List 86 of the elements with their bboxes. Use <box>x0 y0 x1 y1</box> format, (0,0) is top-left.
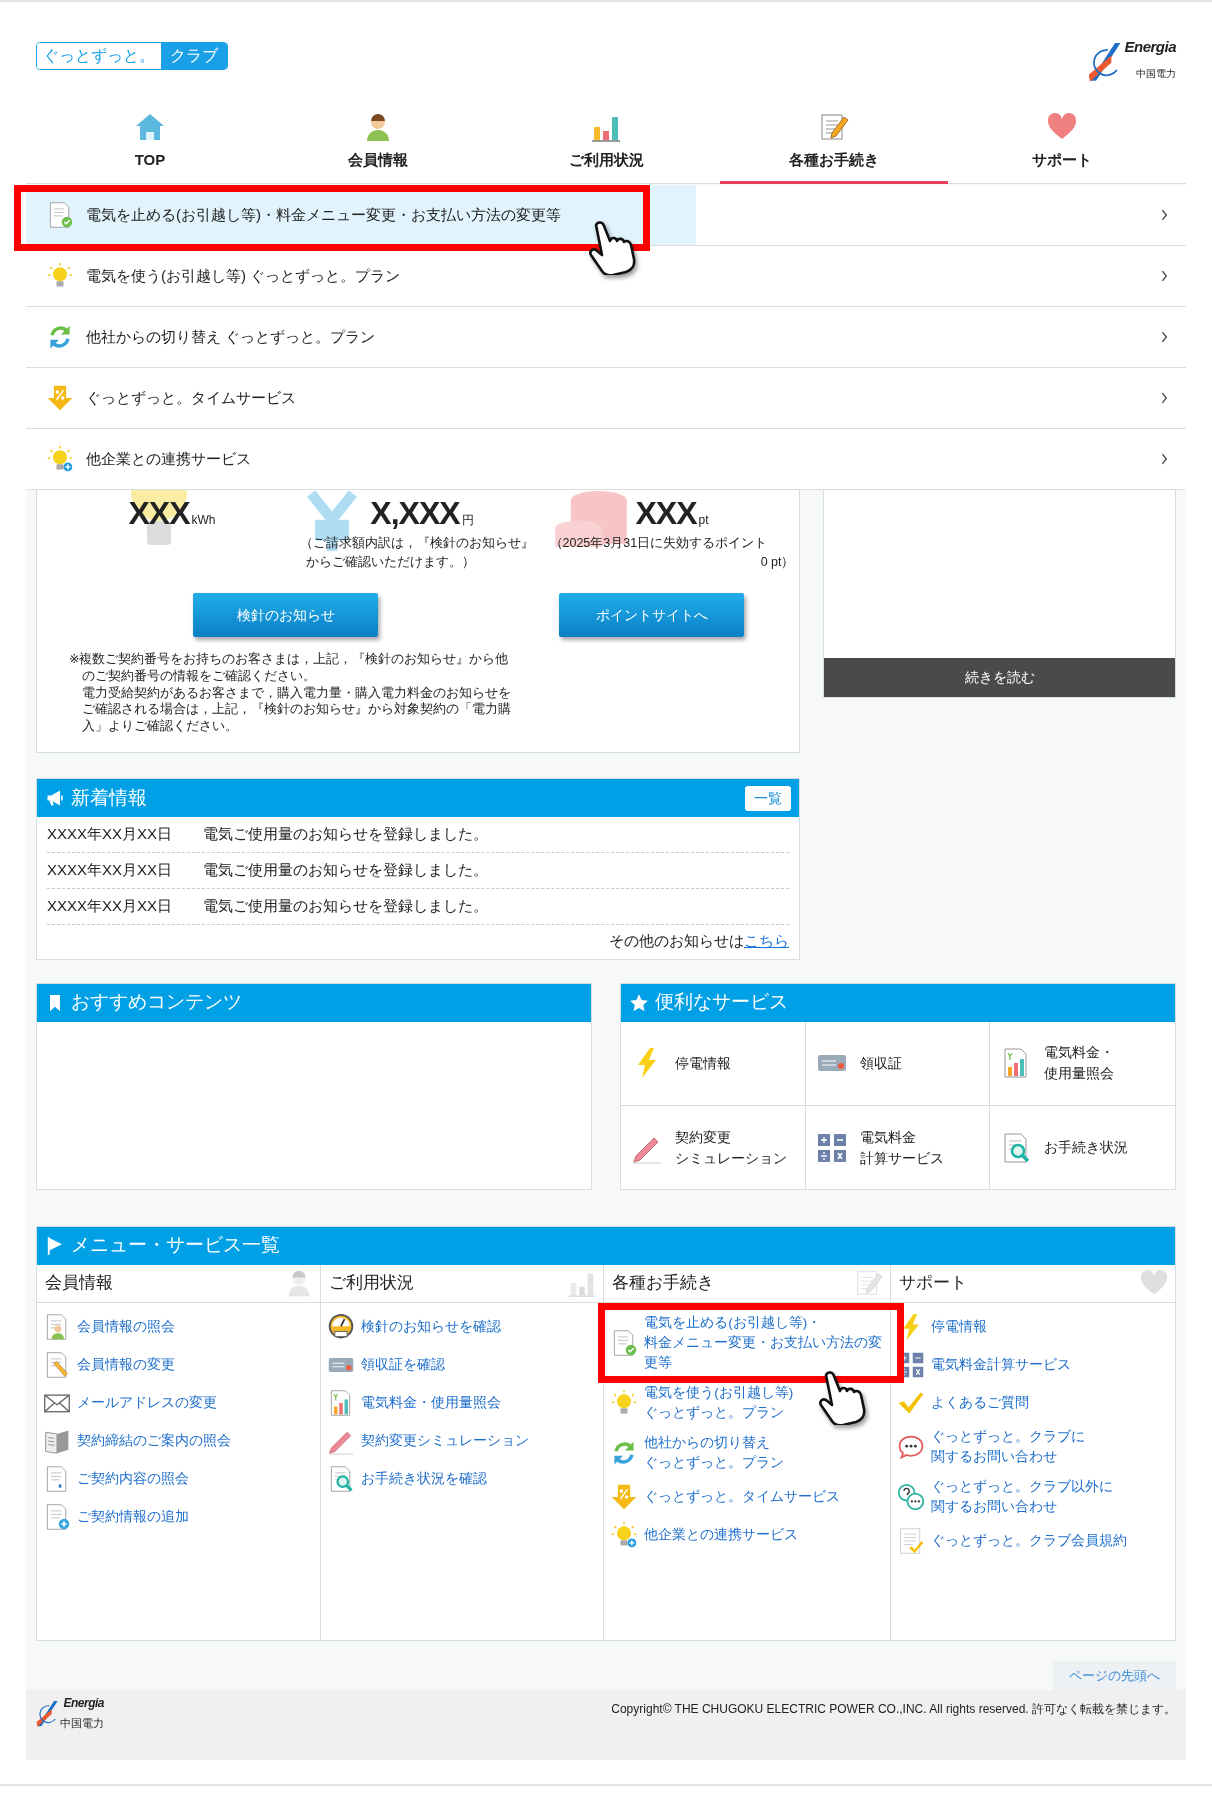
nav-tab[interactable]: ご利用状況 <box>492 97 720 184</box>
nav-tab[interactable]: TOP <box>36 97 264 184</box>
section-title: おすすめコンテンツ <box>71 990 242 1015</box>
list-button[interactable]: 一覧 <box>745 785 791 811</box>
column-title: 各種お手続き <box>612 1272 715 1295</box>
nav-tab[interactable]: 会員情報 <box>264 97 492 184</box>
bulb-plus-icon <box>610 1520 639 1549</box>
question-bubbles-icon <box>897 1482 926 1511</box>
news-text: 電気ご使用量のお知らせを登録しました。 <box>203 824 488 845</box>
light-bulb-icon <box>610 1388 639 1417</box>
service-link[interactable]: お手続き状況 <box>990 1105 1175 1190</box>
menu-link[interactable]: ぐっとずっと。クラブ以外に 関するお問い合わせ <box>897 1476 1167 1517</box>
wordmark: Energia <box>1124 38 1176 55</box>
wordmark: Energia <box>63 1696 104 1710</box>
news-text: 電気ご使用量のお知らせを登録しました。 <box>203 860 488 881</box>
usage-note: （ご請求額内訳は，『検針のお知らせ』 <box>299 535 535 552</box>
company-name: 中国電力 <box>1136 67 1176 81</box>
menu-link[interactable]: ぐっとずっと。タイムサービス <box>610 1482 883 1511</box>
usage-value: XXX <box>128 494 190 533</box>
section-title: メニュー・サービス一覧 <box>71 1233 280 1258</box>
usage-note: からご確認いただけます。） <box>304 554 476 571</box>
menu-link[interactable]: 検針のお知らせを確認 <box>326 1312 596 1341</box>
dropdown-item[interactable]: 他社からの切り替え ぐっとずっと。プラン <box>26 307 1186 368</box>
usage-note: （2025年3月31日に失効するポイント <box>549 535 769 552</box>
menu-link[interactable]: ぐっとずっと。クラブに 関するお問い合わせ <box>897 1426 1167 1467</box>
menu-link[interactable]: 他企業との連携サービス <box>610 1520 883 1549</box>
read-more-button[interactable]: 続きを読む <box>824 658 1175 697</box>
section-title: 便利なサービス <box>655 990 788 1015</box>
usage-button[interactable]: ポイントサイトへ <box>559 593 744 637</box>
calculator-icon <box>815 1131 848 1164</box>
unit-label: kWh <box>191 512 216 529</box>
section-title: 新着情報 <box>71 785 147 810</box>
menu-link[interactable]: 電気を止める(お引越し等)・ 料金メニュー変更・お支払い方法の変 更等 <box>610 1312 883 1373</box>
company-name: 中国電力 <box>60 1716 104 1730</box>
memo-pencil-icon <box>854 1268 885 1298</box>
service-link[interactable]: 領収証 <box>805 1021 991 1106</box>
usage-button[interactable]: 検針のお知らせ <box>193 593 378 637</box>
menu-link[interactable]: よくあるご質問 <box>897 1388 1167 1417</box>
menu-link[interactable]: ぐっとずっと。クラブ会員規約 <box>897 1526 1167 1555</box>
megaphone-icon <box>45 788 65 808</box>
copyright-text: Copyright© THE CHUGOKU ELECTRIC POWER CO.,INC. All rights reserved. 許可なく転載を禁じます。 <box>611 1701 1176 1718</box>
gauge-icon <box>326 1312 355 1341</box>
news-date: XXXX年XX月XX日 <box>47 824 174 845</box>
menu-link[interactable]: 他社からの切り替え ぐっとずっと。プラン <box>610 1432 883 1473</box>
menu-link[interactable]: 会員情報の照会 <box>43 1312 312 1341</box>
club-logo[interactable]: ぐっとずっと。 クラブ <box>36 42 228 70</box>
notice-text: 電力受給契約があるお客さまで，購入電力量・購入電力料金のお知らせをご確認される場合は，上記，『検針のお知らせ』から対象契約の「電力購入」よりご確認ください。 <box>80 684 512 735</box>
menu-link[interactable]: 会員情報の変更 <box>43 1350 312 1379</box>
more-news-link[interactable]: こちら <box>744 932 789 949</box>
news-date: XXXX年XX月XX日 <box>47 896 174 917</box>
unit-label: 円 <box>461 512 474 529</box>
column-title: サポート <box>899 1272 968 1295</box>
menu-link[interactable]: メールアドレスの変更 <box>43 1388 312 1417</box>
menu-link[interactable]: 契約変更シミュレーション <box>326 1426 596 1455</box>
service-link[interactable]: 電気料金・ 使用量照会 <box>990 1021 1175 1106</box>
document-tick-icon <box>897 1526 926 1555</box>
unit-label: pt <box>698 512 709 529</box>
percent-arrow-icon <box>610 1482 639 1511</box>
menu-link[interactable]: 電気料金計算サービス <box>897 1350 1167 1379</box>
service-link[interactable]: 電気料金 計算サービス <box>805 1105 991 1190</box>
percent-arrow-icon <box>46 384 74 412</box>
nav-tab[interactable]: サポート <box>948 97 1176 184</box>
bulb-plus-icon <box>46 445 74 473</box>
service-link[interactable]: 停電情報 <box>621 1021 806 1106</box>
news-text: 電気ご使用量のお知らせを登録しました。 <box>203 896 488 917</box>
back-to-top-link[interactable]: ページの先頭へ <box>1053 1660 1176 1690</box>
menu-link[interactable]: 停電情報 <box>897 1312 1167 1341</box>
column-title: 会員情報 <box>45 1272 113 1295</box>
menu-link[interactable]: お手続き状況を確認 <box>326 1464 596 1493</box>
star-icon <box>629 992 649 1013</box>
menu-link[interactable]: 電気を使う(お引越し等) ぐっとずっと。プラン <box>610 1382 883 1423</box>
light-bulb-icon <box>46 262 74 290</box>
menu-link[interactable]: 電気料金・使用量照会 <box>326 1388 596 1417</box>
dropdown-item[interactable]: ぐっとずっと。タイムサービス <box>26 368 1186 429</box>
menu-link[interactable]: ご契約内容の照会 <box>43 1464 312 1493</box>
usage-note: 0 pt） <box>759 554 795 571</box>
news-date: XXXX年XX月XX日 <box>47 860 174 881</box>
usage-value: XXX <box>635 494 697 533</box>
usage-value: X,XXX <box>370 494 460 533</box>
notice-text: ※複数ご契約番号をお持ちのお客さまは，上記，『検針のお知らせ』から他のご契約番号の情報をご確認ください。 <box>69 651 510 685</box>
menu-link[interactable]: ご契約情報の追加 <box>43 1502 312 1531</box>
menu-link[interactable]: 領収証を確認 <box>326 1350 596 1379</box>
menu-link[interactable]: 契約締結のご案内の照会 <box>43 1426 312 1455</box>
column-title: ご利用状況 <box>328 1272 414 1295</box>
service-link[interactable]: 契約変更 シミュレーション <box>621 1105 806 1190</box>
more-news-text: その他のお知らせはこちら <box>608 931 790 951</box>
